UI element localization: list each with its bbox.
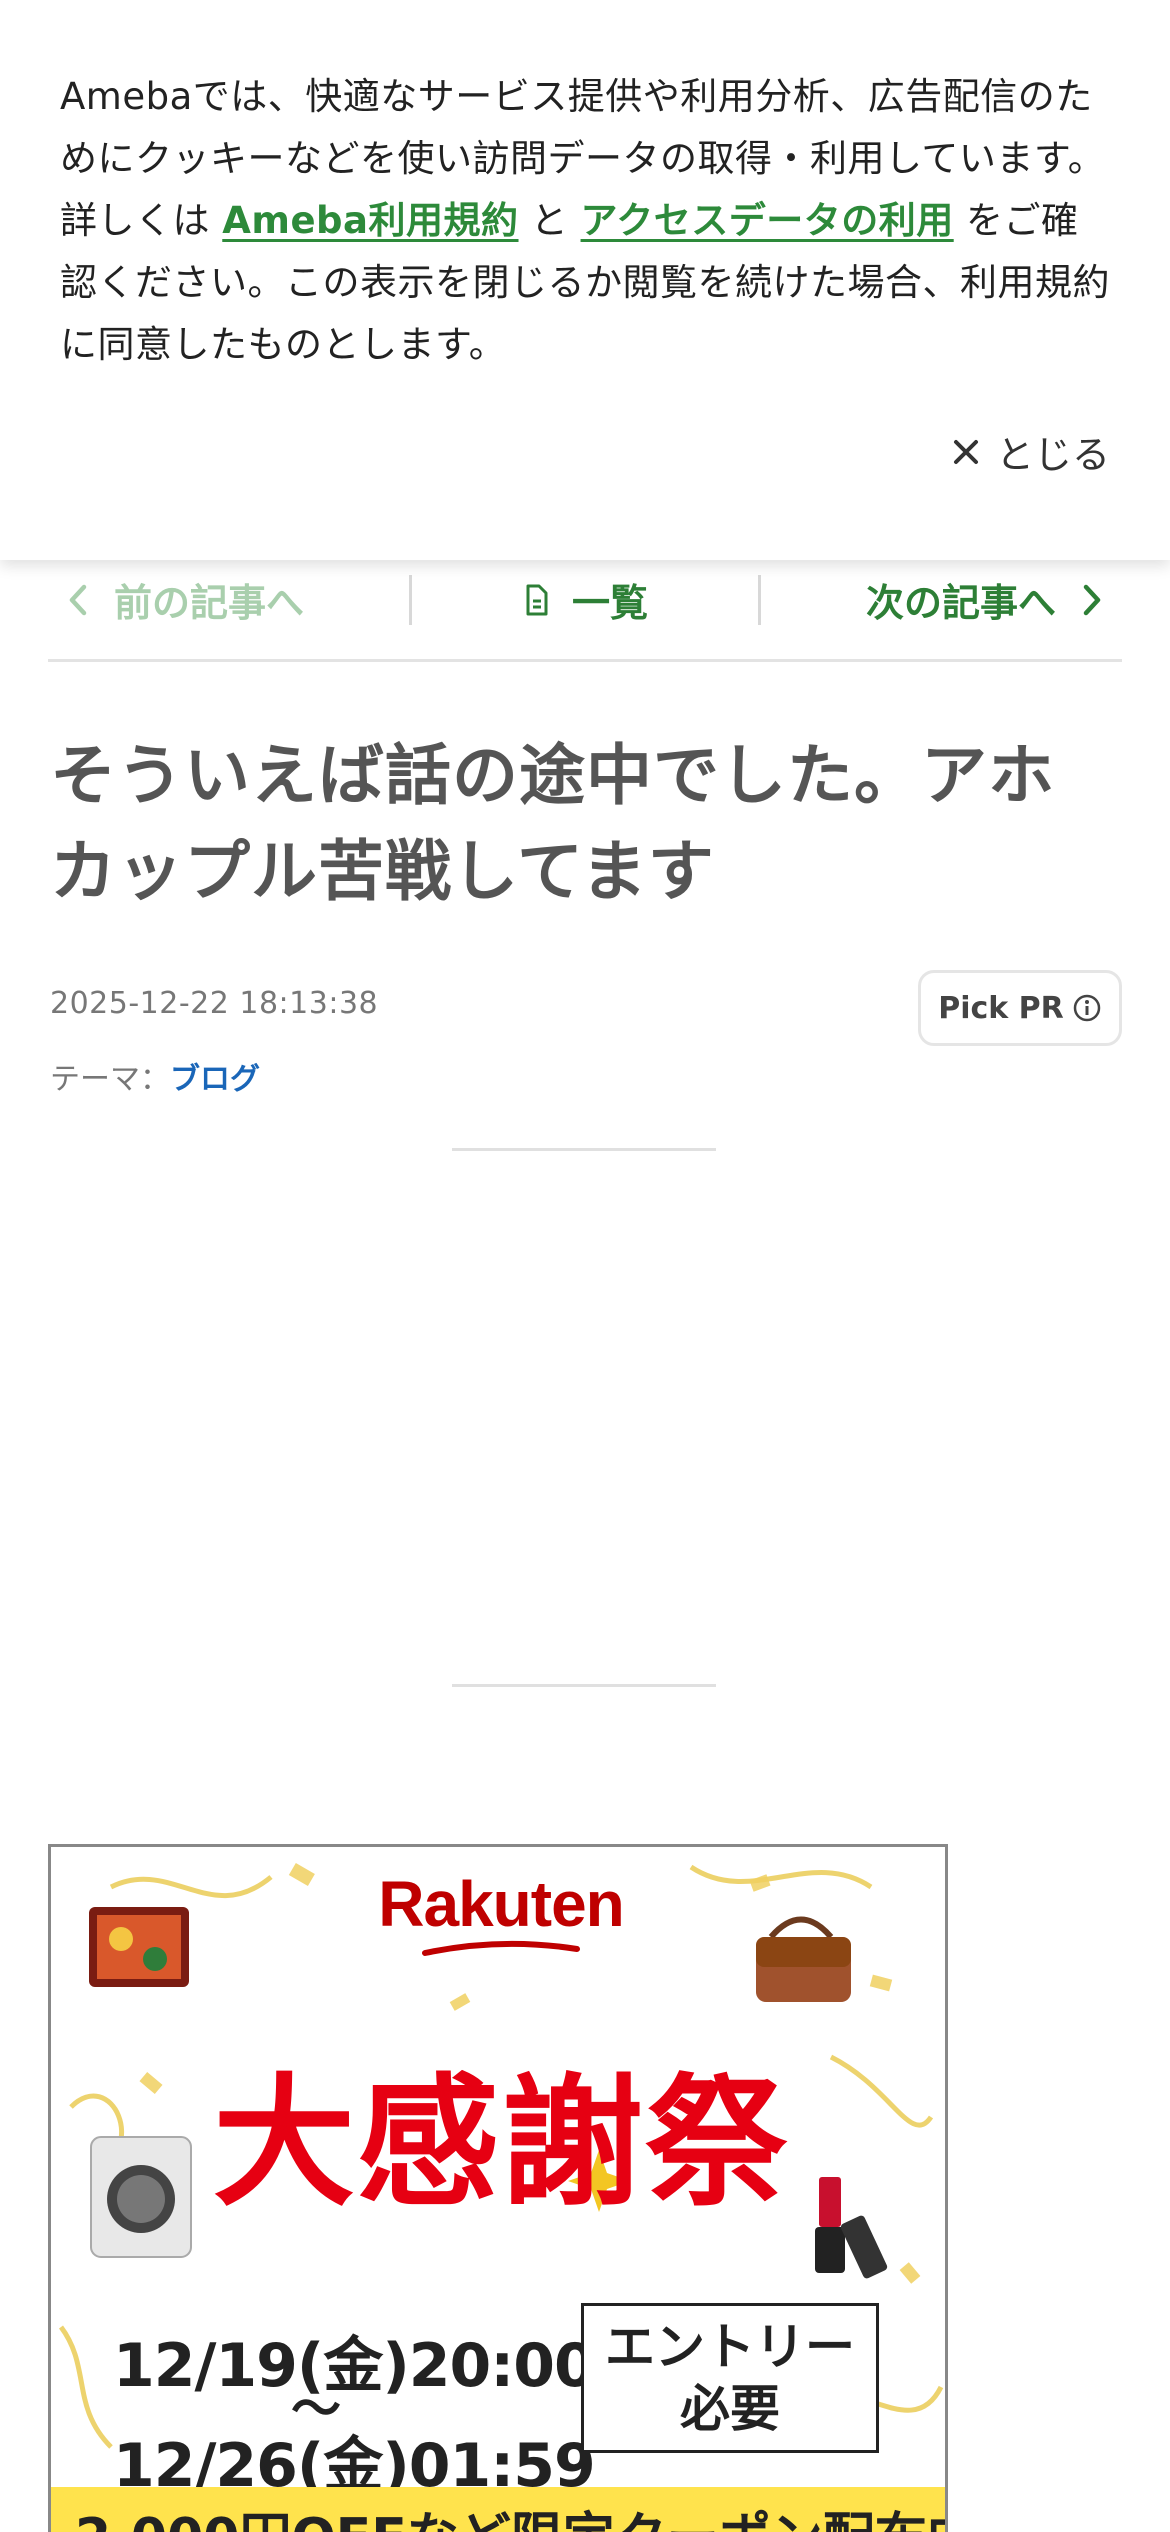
article-theme: テーマ：ブログ	[50, 1054, 260, 1098]
access-data-link[interactable]: アクセスデータの利用	[581, 199, 954, 242]
next-article-button[interactable]: 次の記事へ	[761, 575, 1122, 625]
cookie-text-part: と	[518, 199, 581, 242]
terms-link[interactable]: Ameba利用規約	[222, 199, 518, 242]
next-article-label: 次の記事へ	[865, 581, 1056, 625]
chevron-right-icon	[1083, 584, 1101, 615]
info-icon	[1073, 994, 1101, 1022]
article-title: そういえば話の途中でした。アホカップル苦戦してます	[50, 737, 1055, 910]
article-list-label: 一覧	[571, 581, 648, 625]
ad-divider-top	[452, 1148, 716, 1151]
ad-start-date: 12/19(金)20:00	[113, 2331, 596, 2401]
prev-article-label: 前の記事へ	[114, 581, 305, 625]
rakuten-logo-underline	[422, 1940, 580, 1956]
entry-required-box: エントリー 必要	[581, 2303, 879, 2453]
prev-article-button[interactable]: 前の記事へ	[48, 575, 409, 625]
close-banner-button[interactable]: とじる	[952, 424, 1110, 479]
article-date: 2025-12-22 18:13:38	[50, 986, 379, 1021]
coupon-strip: 2,000円OFFなど限定クーポン配布中!	[51, 2487, 945, 2532]
rakuten-logo: Rakuten	[378, 1868, 625, 1940]
page: Amebaでは、快適なサービス提供や利用分析、広告配信のためにクッキーなどを使い…	[0, 0, 1170, 2532]
rakuten-ad-banner[interactable]: Rakuten 大感謝祭 12/19(金)20:00 〜 12/26(金)01:…	[48, 1844, 948, 2532]
theme-label: テーマ：	[50, 1062, 170, 1097]
ad-divider-bottom	[452, 1684, 716, 1687]
document-icon	[526, 584, 548, 615]
theme-link[interactable]: ブログ	[170, 1062, 260, 1097]
cookie-consent-text: Amebaでは、快適なサービス提供や利用分析、広告配信のためにクッキーなどを使い…	[60, 66, 1110, 376]
close-label: とじる	[995, 433, 1110, 477]
article-list-button[interactable]: 一覧	[409, 574, 761, 625]
close-icon	[953, 439, 978, 464]
ad-headline: 大感謝祭	[213, 2061, 789, 2226]
entry-label: エントリー	[605, 2318, 855, 2376]
pick-pr-label: Pick PR	[938, 990, 1064, 1026]
pick-pr-button[interactable]: Pick PR	[918, 970, 1122, 1046]
cookie-consent-banner: Amebaでは、快適なサービス提供や利用分析、広告配信のためにクッキーなどを使い…	[0, 0, 1170, 560]
entry-required-label: 必要	[680, 2380, 780, 2438]
chevron-left-icon	[69, 584, 87, 615]
